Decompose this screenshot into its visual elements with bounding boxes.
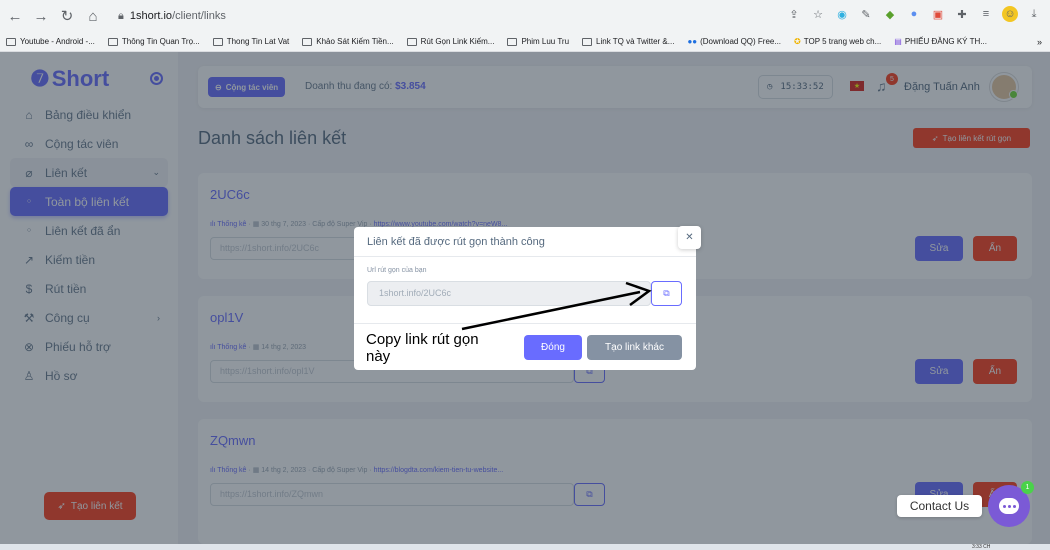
close-icon[interactable]: ✕ [678,226,701,249]
contact-us-label[interactable]: Contact Us [897,495,982,517]
bookmarks-more[interactable]: » [1037,37,1042,47]
folder-icon [507,37,518,46]
os-taskbar [0,544,1050,550]
qq-icon: ●● [687,37,698,46]
form-icon: ▤ [894,37,902,46]
site-icon: ✪ [794,37,801,46]
annotation-text: Copy link rút gọn này [366,331,479,365]
modal-title: Liên kết đã được rút gọn thành công [367,236,545,248]
forward-icon[interactable]: → [30,5,52,27]
extensions: ⇪ ☆ ◉ ✎ ◆ ● ▣ ✚ ≡ ☺ ⤓ [786,6,1042,22]
extension-icon[interactable]: ◆ [882,6,898,22]
folder-icon [212,37,223,46]
folder-icon [406,37,417,46]
url-host: 1short.io [129,10,173,22]
bookmark-item[interactable]: Phim Luu Tru [507,37,569,46]
bookmark-item[interactable]: Thông Tin Quan Trọ... [107,37,200,46]
extension-icon[interactable]: ● [906,6,922,22]
folder-icon [582,37,593,46]
bookmark-item[interactable]: Rút Gọn Link Kiếm... [406,37,494,46]
bookmarks-bar: Youtube - Android -... Thông Tin Quan Tr… [0,32,1050,52]
divider [354,256,696,257]
star-icon[interactable]: ☆ [810,6,826,22]
create-another-button[interactable]: Tạo link khác [587,335,682,360]
reload-icon[interactable]: ↻ [56,5,78,27]
extension-icon[interactable]: ◉ [834,6,850,22]
browser-toolbar: ← → ↻ ⌂ 🔒︎ 1short.io/client/links ⇪ ☆ ◉ … [0,0,1050,32]
bookmark-item[interactable]: Link TQ và Twitter &... [582,37,674,46]
address-bar[interactable]: 🔒︎ 1short.io/client/links [118,10,226,23]
bookmark-item[interactable]: Youtube - Android -... [6,37,95,46]
chat-badge: 1 [1021,481,1034,494]
success-modal: Liên kết đã được rút gọn thành công ✕ Ur… [354,226,701,370]
close-button[interactable]: Đóng [524,335,582,360]
profile-icon[interactable]: ☺ [1002,6,1018,22]
share-icon[interactable]: ⇪ [786,6,802,22]
bookmark-item[interactable]: Thong Tin Lat Vat [212,37,289,46]
taskbar-time: 3:33 CH [972,544,991,550]
folder-icon [302,37,313,46]
divider [354,323,696,324]
download-icon[interactable]: ⤓ [1026,6,1042,22]
copy-icon[interactable]: ⧉ [651,281,682,306]
extension-icon[interactable]: ▣ [930,6,946,22]
folder-icon [6,37,16,46]
home-icon[interactable]: ⌂ [82,5,104,27]
url-path: /client/links [172,10,226,22]
extension-icon[interactable]: ✎ [858,6,874,22]
back-icon[interactable]: ← [4,5,26,27]
reading-list-icon[interactable]: ≡ [978,6,994,22]
bookmark-item[interactable]: ✪ TOP 5 trang web ch... [794,37,881,46]
bookmark-item[interactable]: ●● (Download QQ) Free... [687,37,781,46]
bookmark-item[interactable]: Khảo Sát Kiếm Tiền... [302,37,394,46]
short-url-label: Url rút gọn của bạn [367,267,427,274]
puzzle-icon[interactable]: ✚ [954,6,970,22]
short-url-input[interactable]: 1short.info/2UC6c [367,281,651,306]
chat-icon [999,498,1019,514]
bookmark-item[interactable]: ▤ PHIẾU ĐĂNG KÝ TH... [894,37,987,46]
folder-icon [107,37,118,46]
lock-icon: 🔒︎ [118,9,124,22]
